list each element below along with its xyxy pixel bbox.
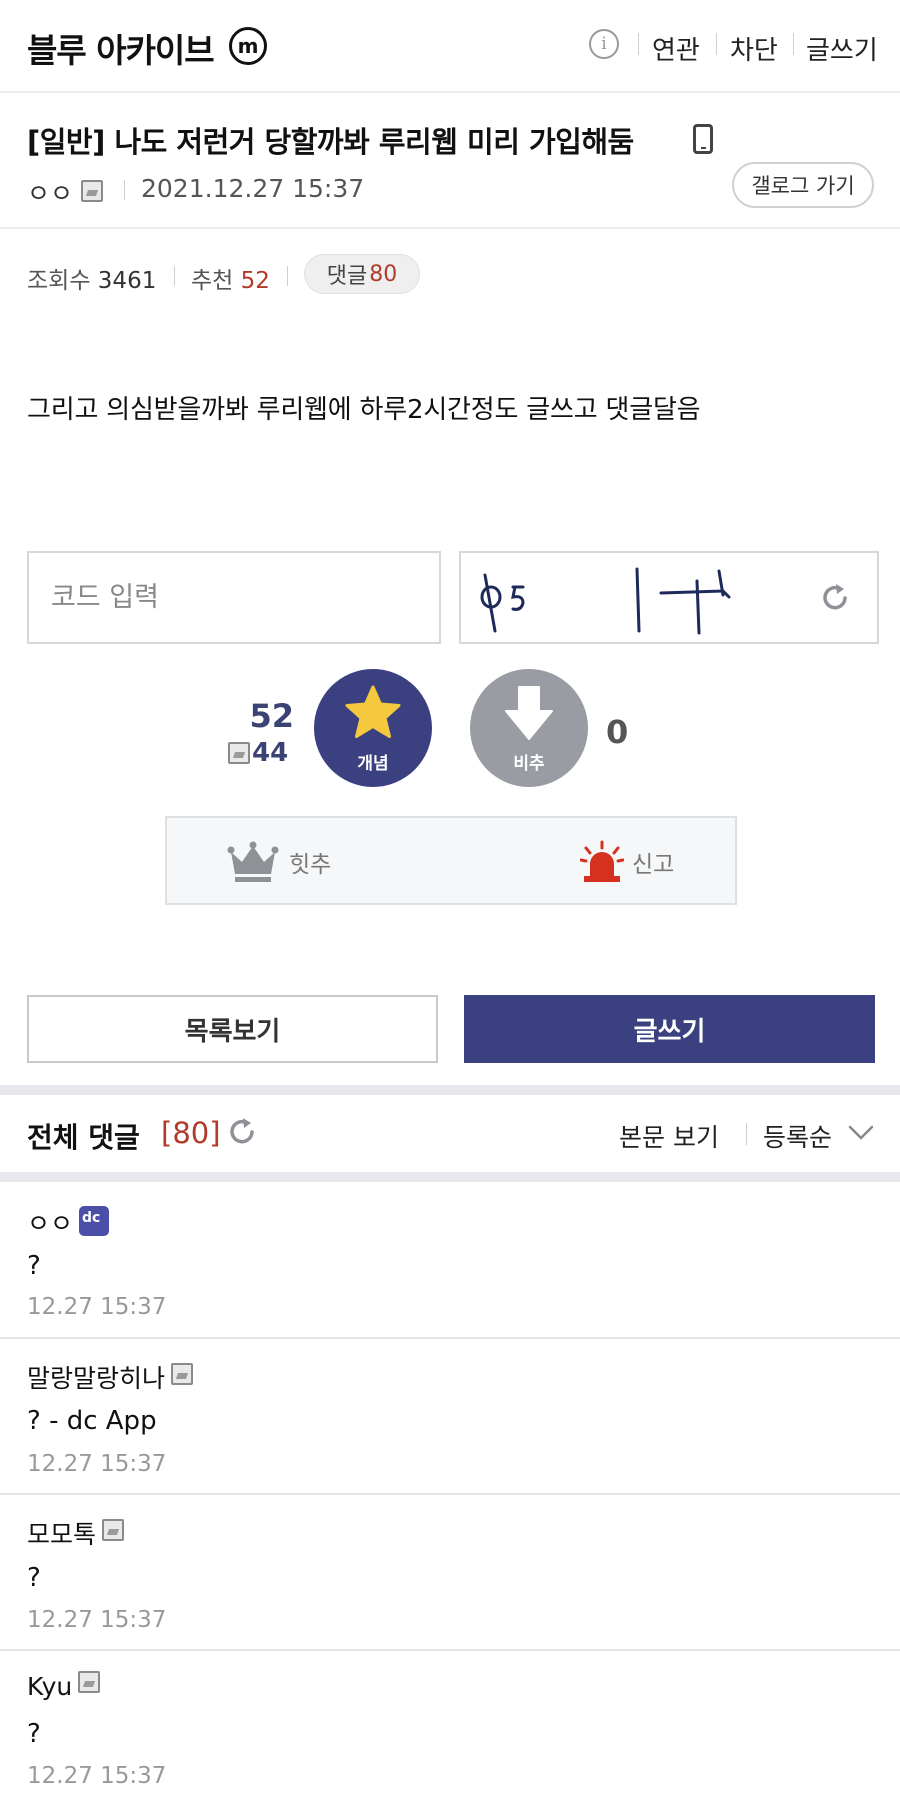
comment-text: ? bbox=[27, 1251, 41, 1281]
upvote-button[interactable]: 개념 bbox=[314, 669, 432, 787]
header-write-link[interactable]: 글쓰기 bbox=[806, 30, 878, 67]
section-divider bbox=[0, 1085, 900, 1095]
siren-icon bbox=[580, 840, 624, 882]
upvote-count: 52 bbox=[249, 697, 294, 735]
mobile-phone-icon bbox=[693, 124, 713, 154]
star-icon bbox=[345, 685, 401, 738]
comment-author[interactable]: 모모톡 bbox=[27, 1515, 125, 1551]
comment-text: ? - dc App bbox=[27, 1406, 157, 1436]
comment-count-label: 댓글 bbox=[326, 264, 368, 289]
post-header: [일반] 나도 저런거 당할까봐 루리웹 미리 가입해둠 ㅇㅇ 2021.12.… bbox=[0, 95, 900, 229]
comment-count-pill[interactable]: 댓글 80 bbox=[304, 254, 420, 294]
comment-author-name[interactable]: 말랑말랑히나 bbox=[27, 1364, 165, 1393]
related-link[interactable]: 연관 bbox=[652, 30, 700, 67]
downvote-count: 0 bbox=[606, 713, 629, 751]
downvote-button[interactable]: 비추 bbox=[470, 669, 588, 787]
fixed-nickname-icon bbox=[80, 180, 103, 202]
view-count-value: 3461 bbox=[97, 268, 157, 294]
divider bbox=[793, 33, 794, 55]
divider bbox=[746, 1123, 747, 1145]
section-divider bbox=[0, 1172, 900, 1182]
info-icon[interactable]: i bbox=[589, 29, 619, 59]
comment-author[interactable]: ㅇㅇ bbox=[27, 1204, 110, 1240]
comment-author[interactable]: 말랑말랑히나 bbox=[27, 1359, 194, 1395]
comment-item: ㅇㅇ ? 12.27 15:37 bbox=[0, 1182, 900, 1339]
author-nickname[interactable]: ㅇㅇ bbox=[27, 179, 73, 208]
fixed-user-upvote-value: 44 bbox=[252, 738, 289, 768]
list-view-button[interactable]: 목록보기 bbox=[27, 995, 438, 1063]
captcha-refresh-icon[interactable] bbox=[818, 581, 852, 615]
view-body-link[interactable]: 본문 보기 bbox=[619, 1118, 719, 1154]
recommend-count-value: 52 bbox=[240, 268, 270, 294]
comment-time: 12.27 15:37 bbox=[27, 1607, 167, 1633]
comments-refresh-icon[interactable] bbox=[226, 1116, 258, 1148]
chevron-down-icon[interactable] bbox=[848, 1124, 874, 1142]
captcha-scribble-image bbox=[480, 567, 731, 635]
captcha-code-input[interactable] bbox=[27, 551, 441, 644]
downvote-label: 비추 bbox=[513, 754, 545, 774]
report-label: 신고 bbox=[632, 852, 675, 878]
minor-gallery-badge-icon: m bbox=[229, 27, 267, 65]
comment-count-value: 80 bbox=[369, 261, 398, 287]
dc-app-icon bbox=[79, 1206, 110, 1236]
recommend-count: 추천 52 bbox=[191, 261, 270, 295]
comment-item: Kyu ? 12.27 15:37 bbox=[0, 1651, 900, 1804]
view-count: 조회수 3461 bbox=[27, 261, 156, 295]
divider bbox=[638, 33, 639, 55]
captcha-image bbox=[459, 551, 879, 644]
comment-time: 12.27 15:37 bbox=[27, 1451, 167, 1477]
comment-item: 모모톡 ? 12.27 15:37 bbox=[0, 1495, 900, 1651]
fixed-nickname-icon bbox=[102, 1519, 125, 1541]
comment-text: ? bbox=[27, 1563, 41, 1593]
recommend-count-label: 추천 bbox=[191, 268, 234, 294]
write-button[interactable]: 글쓰기 bbox=[464, 995, 875, 1063]
comment-author-name[interactable]: Kyu bbox=[27, 1672, 72, 1701]
fixed-nickname-icon bbox=[171, 1363, 194, 1385]
gallog-button[interactable]: 갤로그 가기 bbox=[732, 162, 874, 208]
post-title: [일반] 나도 저런거 당할까봐 루리웹 미리 가입해둠 bbox=[27, 125, 634, 159]
divider bbox=[287, 266, 288, 286]
top-header: 블루 아카이브 m i 연관 차단 글쓰기 bbox=[0, 0, 900, 93]
gallery-name[interactable]: 블루 아카이브 bbox=[27, 24, 215, 72]
upvote-label: 개념 bbox=[357, 754, 389, 774]
comment-time: 12.27 15:37 bbox=[27, 1294, 167, 1320]
comment-time: 12.27 15:37 bbox=[27, 1763, 167, 1789]
post-date: 2021.12.27 15:37 bbox=[141, 174, 365, 203]
comment-text: ? bbox=[27, 1719, 41, 1749]
fixed-user-upvote-count: 44 bbox=[228, 738, 288, 768]
comments-title: 전체 댓글 bbox=[27, 1121, 140, 1154]
comment-author-name[interactable]: 모모톡 bbox=[27, 1520, 96, 1549]
divider bbox=[716, 33, 717, 55]
comment-author-name[interactable]: ㅇㅇ bbox=[27, 1209, 73, 1238]
comments-count: [80] bbox=[161, 1116, 221, 1150]
divider bbox=[124, 180, 125, 200]
comment-author[interactable]: Kyu bbox=[27, 1671, 101, 1701]
divider bbox=[174, 266, 175, 286]
fixed-nickname-icon bbox=[228, 742, 250, 764]
post-author[interactable]: ㅇㅇ bbox=[27, 174, 103, 210]
fixed-nickname-icon bbox=[78, 1671, 101, 1693]
block-link[interactable]: 차단 bbox=[730, 30, 778, 67]
report-button[interactable]: 신고 bbox=[580, 834, 674, 890]
hit-report-box: 힛추 신고 bbox=[165, 816, 737, 905]
view-count-label: 조회수 bbox=[27, 268, 91, 294]
crown-icon bbox=[227, 841, 279, 882]
post-body: 그리고 의심받을까봐 루리웹에 하루2시간정도 글쓰고 댓글달음 bbox=[27, 395, 701, 425]
sort-order-select[interactable]: 등록순 bbox=[763, 1118, 832, 1154]
hit-recommend-label: 힛추 bbox=[289, 852, 332, 878]
arrow-down-icon bbox=[505, 686, 553, 740]
comment-item: 말랑말랑히나 ? - dc App 12.27 15:37 bbox=[0, 1339, 900, 1495]
hit-recommend-button[interactable]: 힛추 bbox=[227, 834, 331, 890]
